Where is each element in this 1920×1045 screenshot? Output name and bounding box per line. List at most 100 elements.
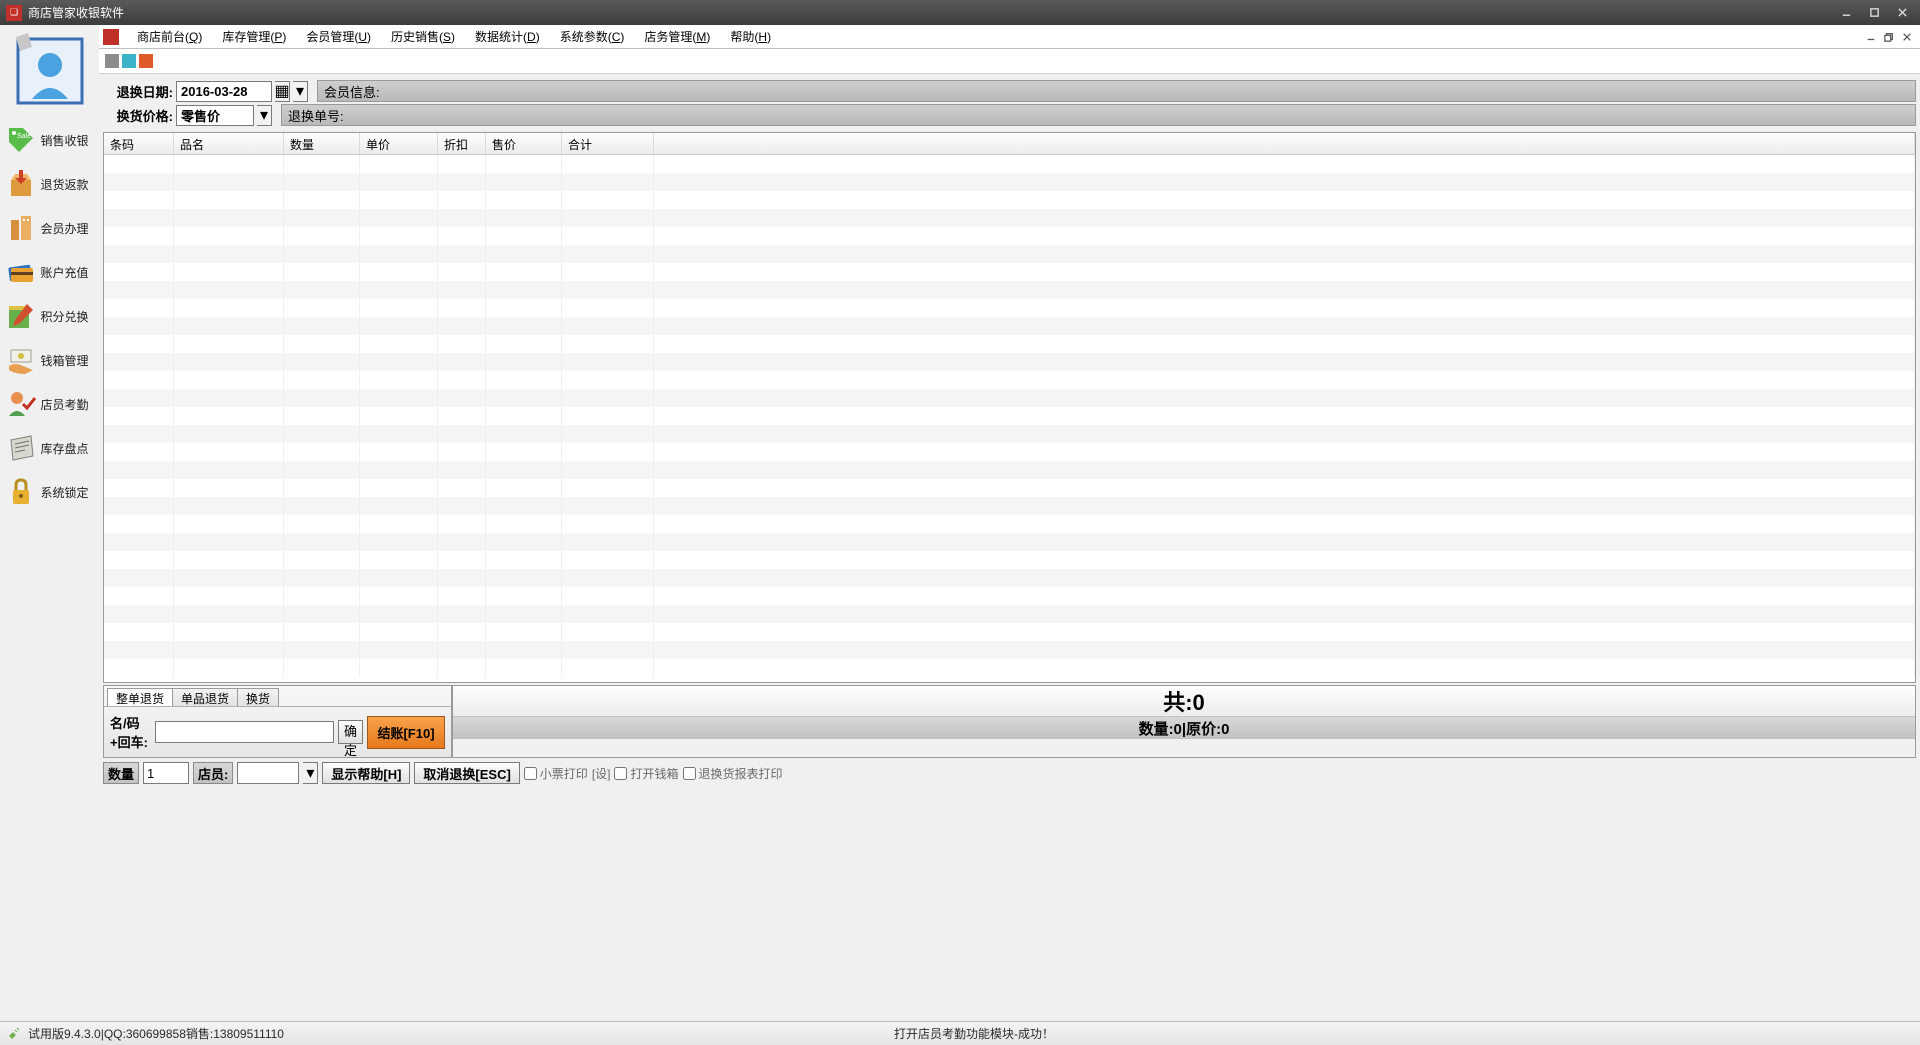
mdi-close-button[interactable] (1898, 29, 1916, 45)
window-close-button[interactable] (1888, 4, 1916, 22)
theme-swatches (99, 49, 1920, 73)
return-mode-panel: 整单退货 单品退货 换货 名/码+回车: 确定 结账[F10] (103, 685, 452, 758)
mdi-minimize-button[interactable] (1862, 29, 1880, 45)
grid-body[interactable] (104, 155, 1915, 682)
table-row[interactable] (104, 263, 1915, 281)
return-mode-tabs: 整单退货 单品退货 换货 (104, 686, 451, 707)
sidebar-item-sales[interactable]: Sale 销售收银 (5, 119, 95, 161)
table-row[interactable] (104, 533, 1915, 551)
table-row[interactable] (104, 641, 1915, 659)
table-row[interactable] (104, 389, 1915, 407)
tab-full-return[interactable]: 整单退货 (107, 688, 173, 706)
cancel-return-button[interactable]: 取消退换[ESC] (414, 762, 519, 784)
table-row[interactable] (104, 623, 1915, 641)
sidebar-item-label: 销售收银 (41, 132, 89, 149)
table-row[interactable] (104, 569, 1915, 587)
menu-c[interactable]: 系统参数(C) (550, 28, 635, 45)
table-row[interactable] (104, 227, 1915, 245)
status-message: 打开店员考勤功能模块-成功！ (894, 1025, 1054, 1042)
table-row[interactable] (104, 551, 1915, 569)
open-drawer-checkbox[interactable]: 打开钱箱 (614, 765, 678, 782)
building-icon (5, 212, 37, 244)
col-name[interactable]: 品名 (174, 133, 284, 154)
col-barcode[interactable]: 条码 (104, 133, 174, 154)
sidebar-item-inventory[interactable]: 库存盘点 (5, 427, 95, 469)
sidebar-item-cashbox[interactable]: 钱箱管理 (5, 339, 95, 381)
price-tag-icon: Sale (5, 124, 37, 156)
col-discount[interactable]: 折扣 (438, 133, 486, 154)
exchange-price-select[interactable]: 零售价 (176, 105, 254, 126)
theme-orange-swatch[interactable] (139, 54, 153, 68)
table-row[interactable] (104, 155, 1915, 173)
table-row[interactable] (104, 659, 1915, 677)
table-row[interactable] (104, 299, 1915, 317)
table-row[interactable] (104, 425, 1915, 443)
theme-gray-swatch[interactable] (105, 54, 119, 68)
settings-link[interactable]: [设] (592, 765, 611, 782)
return-date-input[interactable]: 2016-03-28 (176, 81, 272, 102)
menu-q[interactable]: 商店前台(Q) (127, 28, 212, 45)
table-row[interactable] (104, 515, 1915, 533)
col-qty[interactable]: 数量 (284, 133, 360, 154)
table-row[interactable] (104, 497, 1915, 515)
clerk-dropdown-icon[interactable]: ▾ (303, 762, 318, 784)
calendar-icon[interactable]: ▦ (275, 81, 290, 102)
menu-d[interactable]: 数据统计(D) (465, 28, 550, 45)
sidebar-item-label: 会员办理 (41, 220, 89, 237)
date-dropdown-icon[interactable]: ▾ (293, 81, 308, 102)
theme-cyan-swatch[interactable] (122, 54, 136, 68)
confirm-button[interactable]: 确定 (338, 720, 363, 744)
sidebar-item-return[interactable]: 退货返款 (5, 163, 95, 205)
table-row[interactable] (104, 587, 1915, 605)
show-help-button[interactable]: 显示帮助[H] (322, 762, 410, 784)
checkout-button[interactable]: 结账[F10] (367, 716, 445, 749)
sidebar-item-lock[interactable]: 系统锁定 (5, 471, 95, 513)
qty-input[interactable] (143, 762, 189, 784)
table-row[interactable] (104, 461, 1915, 479)
menu-m[interactable]: 店务管理(M) (634, 28, 720, 45)
table-row[interactable] (104, 281, 1915, 299)
sidebar-item-member[interactable]: 会员办理 (5, 207, 95, 249)
table-row[interactable] (104, 173, 1915, 191)
table-row[interactable] (104, 371, 1915, 389)
name-code-input[interactable] (155, 721, 334, 743)
clerk-select[interactable] (237, 762, 299, 784)
menu-u[interactable]: 会员管理(U) (296, 28, 381, 45)
sidebar-item-recharge[interactable]: 账户充值 (5, 251, 95, 293)
tab-exchange[interactable]: 换货 (237, 688, 279, 706)
table-row[interactable] (104, 407, 1915, 425)
col-saleprice[interactable]: 售价 (486, 133, 562, 154)
table-row[interactable] (104, 479, 1915, 497)
table-row[interactable] (104, 335, 1915, 353)
tab-item-return[interactable]: 单品退货 (172, 688, 238, 706)
col-total[interactable]: 合计 (562, 133, 654, 154)
table-row[interactable] (104, 245, 1915, 263)
report-print-checkbox[interactable]: 退换货报表打印 (683, 765, 783, 782)
menu-h[interactable]: 帮助(H) (720, 28, 781, 45)
table-row[interactable] (104, 191, 1915, 209)
sidebar-item-points[interactable]: 积分兑换 (5, 295, 95, 337)
table-row[interactable] (104, 443, 1915, 461)
col-unitprice[interactable]: 单价 (360, 133, 438, 154)
credit-cards-icon (5, 256, 37, 288)
sidebar-item-label: 库存盘点 (41, 440, 89, 457)
table-row[interactable] (104, 353, 1915, 371)
app-icon: ❏ (6, 5, 22, 21)
table-row[interactable] (104, 605, 1915, 623)
receipt-print-checkbox[interactable]: 小票打印 (524, 765, 588, 782)
table-row[interactable] (104, 209, 1915, 227)
sidebar-item-label: 账户充值 (41, 264, 89, 281)
name-code-label: 名/码+回车: (110, 713, 151, 751)
menu-s[interactable]: 历史销售(S) (381, 28, 465, 45)
table-row[interactable] (104, 317, 1915, 335)
return-form: 退换日期: 2016-03-28 ▦ ▾ 会员信息: 换货价格: 零售价 ▾ 退… (99, 74, 1920, 130)
clerk-label: 店员: (193, 762, 233, 784)
window-minimize-button[interactable] (1832, 4, 1860, 22)
window-maximize-button[interactable] (1860, 4, 1888, 22)
mdi-restore-button[interactable] (1880, 29, 1898, 45)
sidebar-item-attendance[interactable]: 店员考勤 (5, 383, 95, 425)
menu-p[interactable]: 库存管理(P) (212, 28, 296, 45)
lock-icon (5, 476, 37, 508)
member-info-label: 会员信息: (324, 82, 380, 101)
price-dropdown-icon[interactable]: ▾ (257, 105, 272, 126)
